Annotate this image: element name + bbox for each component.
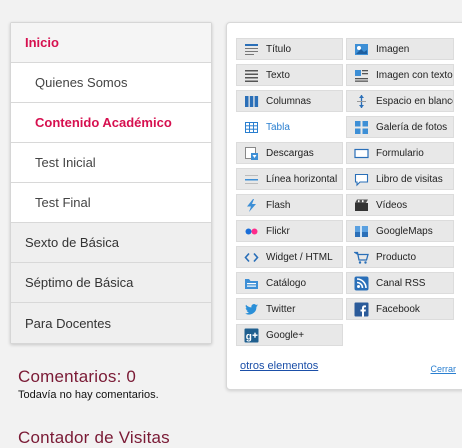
- nav-item-label: Para Docentes: [25, 315, 111, 331]
- element-label: Descargas: [266, 147, 314, 159]
- blank-space-icon: [354, 94, 369, 109]
- nav-item-para-docentes[interactable]: Para Docentes: [11, 303, 211, 343]
- element-guestbook[interactable]: Libro de visitas: [346, 168, 454, 190]
- form-icon: [354, 146, 369, 161]
- nav-item-contenido-academico[interactable]: Contenido Académico: [11, 103, 211, 143]
- element-text[interactable]: Texto: [236, 64, 343, 86]
- nav-item-test-final[interactable]: Test Final: [11, 183, 211, 223]
- element-label: Facebook: [376, 303, 420, 315]
- element-twitter[interactable]: Twitter: [236, 298, 343, 320]
- close-link[interactable]: Cerrar: [430, 364, 456, 374]
- element-label: Formulario: [376, 147, 424, 159]
- panel-footer: otros elementos Cerrar: [240, 358, 456, 378]
- element-label: Línea horizontal: [266, 173, 338, 185]
- element-label: Libro de visitas: [376, 173, 443, 185]
- element-horizontal-line[interactable]: Línea horizontal: [236, 168, 343, 190]
- element-image-with-text[interactable]: Imagen con texto: [346, 64, 454, 86]
- element-label: Tabla: [266, 121, 290, 133]
- element-label: Catálogo: [266, 277, 307, 289]
- nav-item-label: Quienes Somos: [35, 75, 128, 90]
- element-table[interactable]: Tabla: [236, 116, 343, 138]
- element-photo-gallery[interactable]: Galería de fotos: [346, 116, 454, 138]
- element-rss-feed[interactable]: Canal RSS: [346, 272, 454, 294]
- element-flash[interactable]: Flash: [236, 194, 343, 216]
- widget-html-icon: [244, 250, 259, 265]
- element-form[interactable]: Formulario: [346, 142, 454, 164]
- image-icon: [354, 42, 369, 57]
- visit-counter-title: Contador de Visitas: [18, 428, 170, 447]
- nav-item-septimo-de-basica[interactable]: Séptimo de Básica: [11, 263, 211, 303]
- element-label: Columnas: [266, 95, 312, 107]
- element-label: Flickr: [266, 225, 290, 237]
- image-with-text-icon: [354, 68, 369, 83]
- text-icon: [244, 68, 259, 83]
- title-icon: [244, 42, 259, 57]
- photo-gallery-icon: [354, 120, 369, 135]
- element-image[interactable]: Imagen: [346, 38, 454, 60]
- catalog-icon: [244, 276, 259, 291]
- element-label: Canal RSS: [376, 277, 426, 289]
- element-label: Imagen: [376, 43, 410, 55]
- more-elements-link[interactable]: otros elementos: [240, 360, 318, 372]
- element-label: Imagen con texto: [376, 69, 453, 81]
- site-navigation: Inicio Quienes Somos Contenido Académico…: [10, 22, 212, 344]
- element-label: Widget / HTML: [266, 251, 333, 263]
- element-googlemaps[interactable]: GoogleMaps: [346, 220, 454, 242]
- googlemaps-icon: [354, 224, 369, 239]
- rss-icon: [354, 276, 369, 291]
- element-flickr[interactable]: Flickr: [236, 220, 343, 242]
- nav-item-test-inicial[interactable]: Test Inicial: [11, 143, 211, 183]
- element-label: Twitter: [266, 303, 296, 315]
- nav-item-label: Séptimo de Básica: [25, 275, 134, 290]
- nav-item-label: Contenido Académico: [35, 115, 172, 130]
- videos-icon: [354, 198, 369, 213]
- horizontal-line-icon: [244, 172, 259, 187]
- table-icon: [244, 120, 259, 135]
- nav-item-label: Inicio: [25, 35, 59, 50]
- flash-icon: [244, 198, 259, 213]
- element-label: Título: [266, 43, 292, 55]
- nav-item-quienes-somos[interactable]: Quienes Somos: [11, 63, 211, 103]
- element-title[interactable]: Título: [236, 38, 343, 60]
- element-label: Producto: [376, 251, 417, 263]
- flickr-icon: [244, 224, 259, 239]
- element-facebook[interactable]: Facebook: [346, 298, 454, 320]
- nav-item-label: Test Final: [35, 195, 91, 210]
- element-label: Google+: [266, 329, 305, 341]
- columns-icon: [244, 94, 259, 109]
- element-label: Espacio en blanco: [376, 95, 454, 107]
- nav-item-label: Test Inicial: [35, 155, 96, 170]
- element-columns[interactable]: Columnas: [236, 90, 343, 112]
- element-label: Galería de fotos: [376, 121, 448, 133]
- no-comments-text: Todavía no hay comentarios.: [18, 389, 159, 401]
- element-catalog[interactable]: Catálogo: [236, 272, 343, 294]
- svg-text:g: g: [246, 331, 252, 342]
- comments-title: Comentarios: 0: [18, 367, 137, 386]
- element-grid: Título Imagen Texto Imagen con texto Col…: [236, 38, 462, 346]
- element-blank-space[interactable]: Espacio en blanco: [346, 90, 454, 112]
- downloads-icon: [244, 146, 259, 161]
- element-google-plus[interactable]: g Google+: [236, 324, 343, 346]
- element-label: Texto: [266, 69, 290, 81]
- nav-item-inicio[interactable]: Inicio: [11, 23, 211, 63]
- product-icon: [354, 250, 369, 265]
- element-videos[interactable]: Vídeos: [346, 194, 454, 216]
- element-product[interactable]: Producto: [346, 246, 454, 268]
- nav-item-label: Sexto de Básica: [25, 235, 119, 250]
- facebook-icon: [354, 302, 369, 317]
- element-label: GoogleMaps: [376, 225, 433, 237]
- guestbook-icon: [354, 172, 369, 187]
- element-widget-html[interactable]: Widget / HTML: [236, 246, 343, 268]
- google-plus-icon: g: [244, 328, 259, 343]
- element-label: Flash: [266, 199, 291, 211]
- element-label: Vídeos: [376, 199, 408, 211]
- nav-item-sexto-de-basica[interactable]: Sexto de Básica: [11, 223, 211, 263]
- element-downloads[interactable]: Descargas: [236, 142, 343, 164]
- twitter-icon: [244, 302, 259, 317]
